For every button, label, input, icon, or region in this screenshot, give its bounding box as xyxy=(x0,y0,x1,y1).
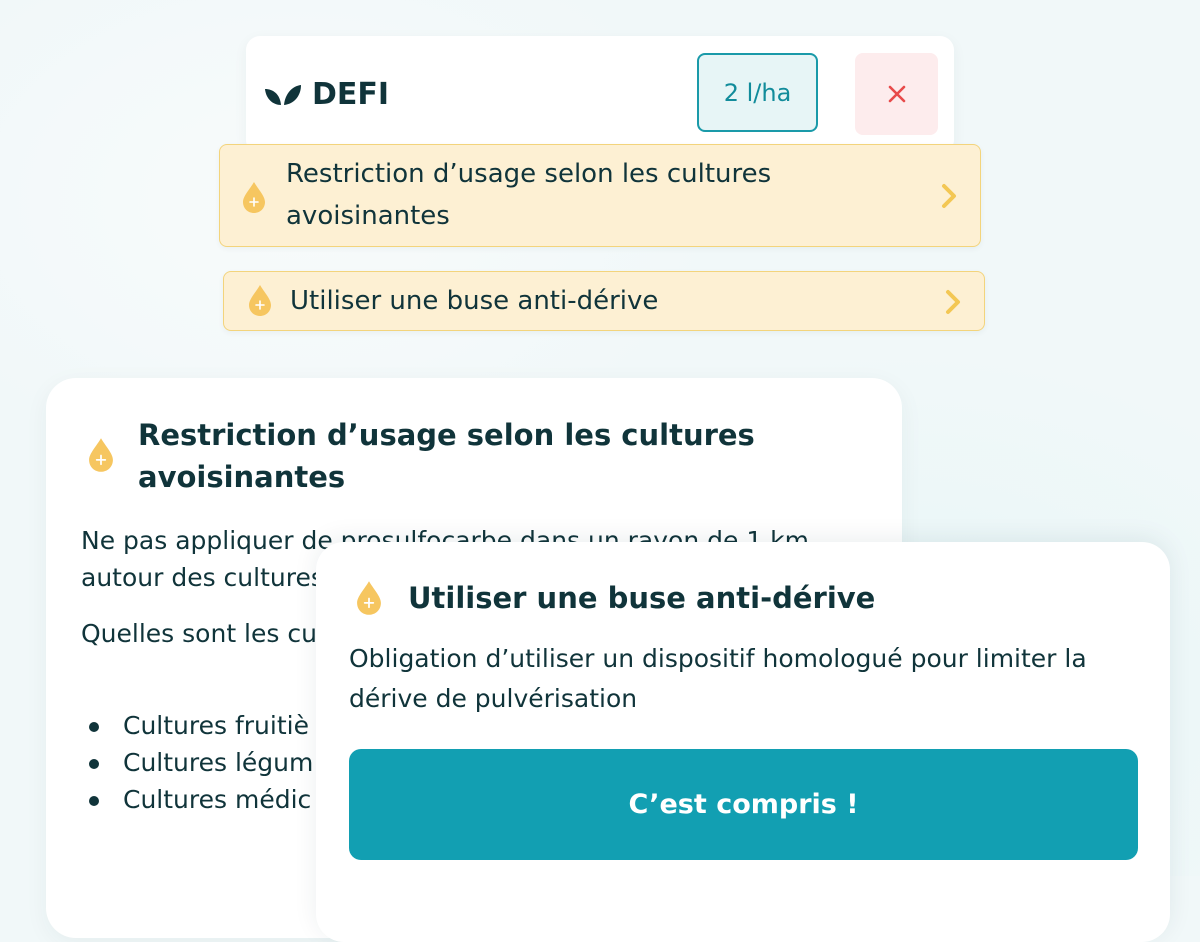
chevron-right-icon xyxy=(946,290,960,314)
remove-product-button[interactable] xyxy=(855,53,938,135)
dose-value: 2 l/ha xyxy=(723,78,792,107)
sheet-title: Utiliser une buse anti-dérive xyxy=(408,581,876,615)
warning-restriction[interactable]: Restriction d’usage selon les cultures a… xyxy=(219,144,981,247)
drift-description: Obligation d’utiliser un dispositif homo… xyxy=(349,644,1087,713)
warning-label: Restriction d’usage selon les cultures a… xyxy=(286,159,772,231)
confirm-button[interactable]: C’est compris ! xyxy=(349,749,1138,860)
dose-badge[interactable]: 2 l/ha xyxy=(697,53,818,132)
warning-drift-nozzle[interactable]: Utiliser une buse anti-dérive xyxy=(223,271,985,331)
drop-icon xyxy=(249,285,271,316)
drift-detail-sheet: Utiliser une buse anti-dérive Obligation… xyxy=(316,542,1170,942)
drop-icon xyxy=(243,182,265,213)
leaf-icon xyxy=(265,84,301,105)
product-card: DEFI 2 l/ha xyxy=(246,36,954,154)
sheet-title: Restriction d’usage selon les cultures a… xyxy=(138,418,755,494)
warning-label: Utiliser une buse anti-dérive xyxy=(290,286,659,316)
product-name: DEFI xyxy=(312,77,390,112)
close-icon xyxy=(888,85,905,103)
drop-icon xyxy=(89,438,113,472)
drop-icon xyxy=(357,581,381,615)
product-title: DEFI xyxy=(264,77,389,112)
chevron-right-icon xyxy=(942,184,956,208)
